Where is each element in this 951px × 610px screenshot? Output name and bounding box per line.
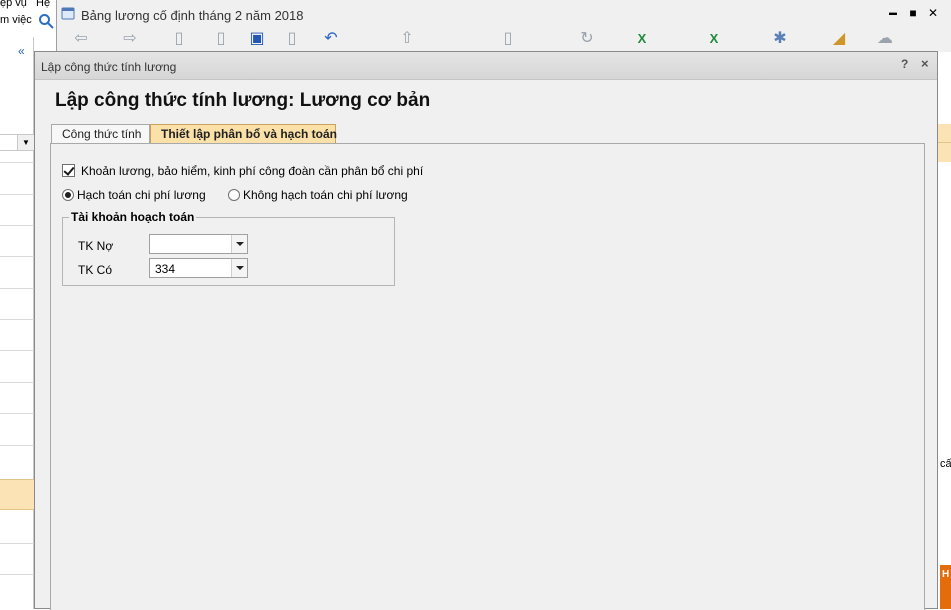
- credit-account-combobox[interactable]: 334: [149, 258, 248, 278]
- allocation-tab-panel: Khoản lương, bảo hiểm, kinh phí công đoà…: [50, 143, 925, 610]
- left-panel-dropdown[interactable]: ▼: [0, 134, 34, 151]
- left-panel-row-divider: [0, 288, 34, 289]
- refresh-icon[interactable]: ↻: [577, 29, 597, 49]
- left-panel-row-divider: [0, 256, 34, 257]
- tools-icon[interactable]: ✱: [770, 29, 790, 49]
- allocate-expense-label[interactable]: Khoản lương, bảo hiểm, kinh phí công đoà…: [81, 164, 423, 178]
- left-panel-row-divider: [0, 194, 34, 195]
- selected-list-row[interactable]: [0, 479, 34, 510]
- left-panel-row-divider: [0, 413, 34, 414]
- menu-item-nghiep-vu[interactable]: ệp vụ: [0, 0, 27, 9]
- debit-account-label: TK Nợ: [78, 239, 114, 253]
- calendar-icon: [61, 7, 75, 20]
- tab-allocation-accounting[interactable]: Thiết lập phân bổ và hạch toán: [150, 124, 337, 144]
- close-icon[interactable]: ✕: [925, 5, 941, 21]
- dialog-titlebar[interactable]: Lập công thức tính lương ? ×: [35, 52, 937, 80]
- salary-formula-dialog: Lập công thức tính lương ? × Lập công th…: [34, 51, 938, 610]
- left-navigation-panel: [0, 37, 34, 609]
- ruler-icon[interactable]: ◢: [829, 29, 849, 49]
- help-icon[interactable]: ?: [901, 57, 908, 71]
- radio-account-salary-expense-label[interactable]: Hạch toán chi phí lương: [77, 188, 206, 202]
- left-panel-row-divider: [0, 319, 34, 320]
- right-selected-row[interactable]: [938, 124, 951, 142]
- credit-account-label: TK Có: [78, 263, 113, 277]
- radio-no-account-salary-expense-label[interactable]: Không hạch toán chi phí lương: [243, 188, 408, 202]
- new-document-icon[interactable]: ▯: [169, 29, 189, 49]
- close-icon[interactable]: ×: [921, 56, 929, 71]
- chevron-down-icon[interactable]: [231, 259, 247, 277]
- excel-import-icon[interactable]: X: [632, 29, 652, 49]
- undo-icon[interactable]: ↶: [321, 29, 341, 49]
- accounting-accounts-group: Tài khoản hoạch toán TK Nợ TK Có 334: [62, 210, 395, 286]
- page-title: Lập công thức tính lương: Lương cơ bản: [55, 90, 431, 111]
- back-arrow-icon[interactable]: ⇦: [71, 29, 91, 49]
- upload-icon[interactable]: ⇧: [397, 29, 417, 49]
- save-icon[interactable]: ▣: [247, 29, 267, 49]
- right-content-strip: [937, 37, 951, 609]
- debit-account-combobox[interactable]: [149, 234, 248, 254]
- window-toolbar: ⇦ ⇨ ▯ ▯ ▣ ▯ ↶ ⇧ ▯ ↻ X X ✱ ◢ ☁: [57, 29, 951, 51]
- right-selected-row[interactable]: [938, 142, 951, 162]
- main-menubar: ệp vụ Hệ: [0, 0, 58, 12]
- dialog-title: Lập công thức tính lương: [41, 60, 177, 74]
- right-orange-button[interactable]: H: [940, 565, 951, 609]
- credit-account-value[interactable]: 334: [155, 262, 175, 276]
- radio-account-salary-expense[interactable]: [62, 189, 74, 201]
- group-title: Tài khoản hoạch toán: [69, 210, 197, 224]
- maximize-icon[interactable]: ■: [905, 5, 921, 21]
- window-title: Bảng lương cố định tháng 2 năm 2018: [81, 8, 304, 23]
- salary-sheet-window: Bảng lương cố định tháng 2 năm 2018 ▬ ■ …: [56, 0, 951, 52]
- minimize-icon[interactable]: ▬: [885, 5, 901, 21]
- forward-arrow-icon[interactable]: ⇨: [120, 29, 140, 49]
- left-panel-row-divider: [0, 543, 34, 544]
- left-panel-row-divider: [0, 350, 34, 351]
- window-controls: ▬ ■ ✕: [885, 5, 951, 21]
- radio-no-account-salary-expense[interactable]: [228, 189, 240, 201]
- tab-formula[interactable]: Công thức tính: [51, 124, 150, 144]
- chevron-down-icon[interactable]: [231, 235, 247, 253]
- allocate-expense-checkbox[interactable]: [62, 164, 75, 177]
- left-panel-row-divider: [0, 445, 34, 446]
- cloud-icon[interactable]: ☁: [875, 29, 895, 49]
- document-icon[interactable]: ▯: [498, 29, 518, 49]
- menu-item-he-thong[interactable]: Hệ: [36, 0, 50, 9]
- chevron-down-icon[interactable]: ▼: [17, 135, 34, 150]
- collapse-panel-icon[interactable]: «: [18, 44, 25, 58]
- left-panel-row-divider: [0, 574, 34, 575]
- left-panel-row-divider: [0, 225, 34, 226]
- right-partial-text: cấ: [940, 458, 951, 470]
- delete-document-icon[interactable]: ▯: [282, 29, 302, 49]
- left-panel-row-divider: [0, 162, 34, 163]
- edit-document-icon[interactable]: ▯: [211, 29, 231, 49]
- work-label: m việc: [0, 14, 32, 26]
- left-panel-row-divider: [0, 382, 34, 383]
- excel-export-icon[interactable]: X: [704, 29, 724, 49]
- search-icon[interactable]: [38, 13, 54, 29]
